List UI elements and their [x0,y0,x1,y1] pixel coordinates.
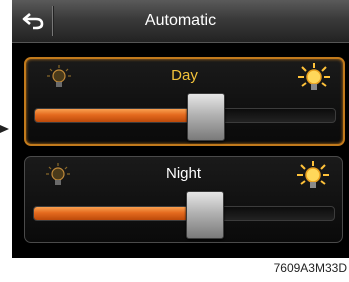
back-button[interactable] [14,6,53,36]
lightbulb-bright-icon [298,63,330,90]
header-bar: Automatic [12,0,349,43]
day-slider-track[interactable] [34,108,336,123]
night-label: Night [165,165,202,182]
lightbulb-bright-icon [297,161,329,188]
day-slider-thumb[interactable] [187,93,225,141]
night-slider-fill [34,207,205,220]
day-slider-fill [35,109,206,122]
night-slider-thumb[interactable] [186,191,224,239]
display-screen: Automatic Day Night [12,0,349,258]
day-label: Day [171,67,198,84]
night-brightness-panel[interactable]: Night [24,156,343,243]
callout-pointer [0,125,9,133]
night-slider-track[interactable] [33,206,335,221]
figure-code: 7609A3M33D [273,261,347,275]
back-arrow-icon [22,13,44,30]
page-title: Automatic [144,12,217,29]
day-brightness-panel[interactable]: Day [24,57,345,146]
